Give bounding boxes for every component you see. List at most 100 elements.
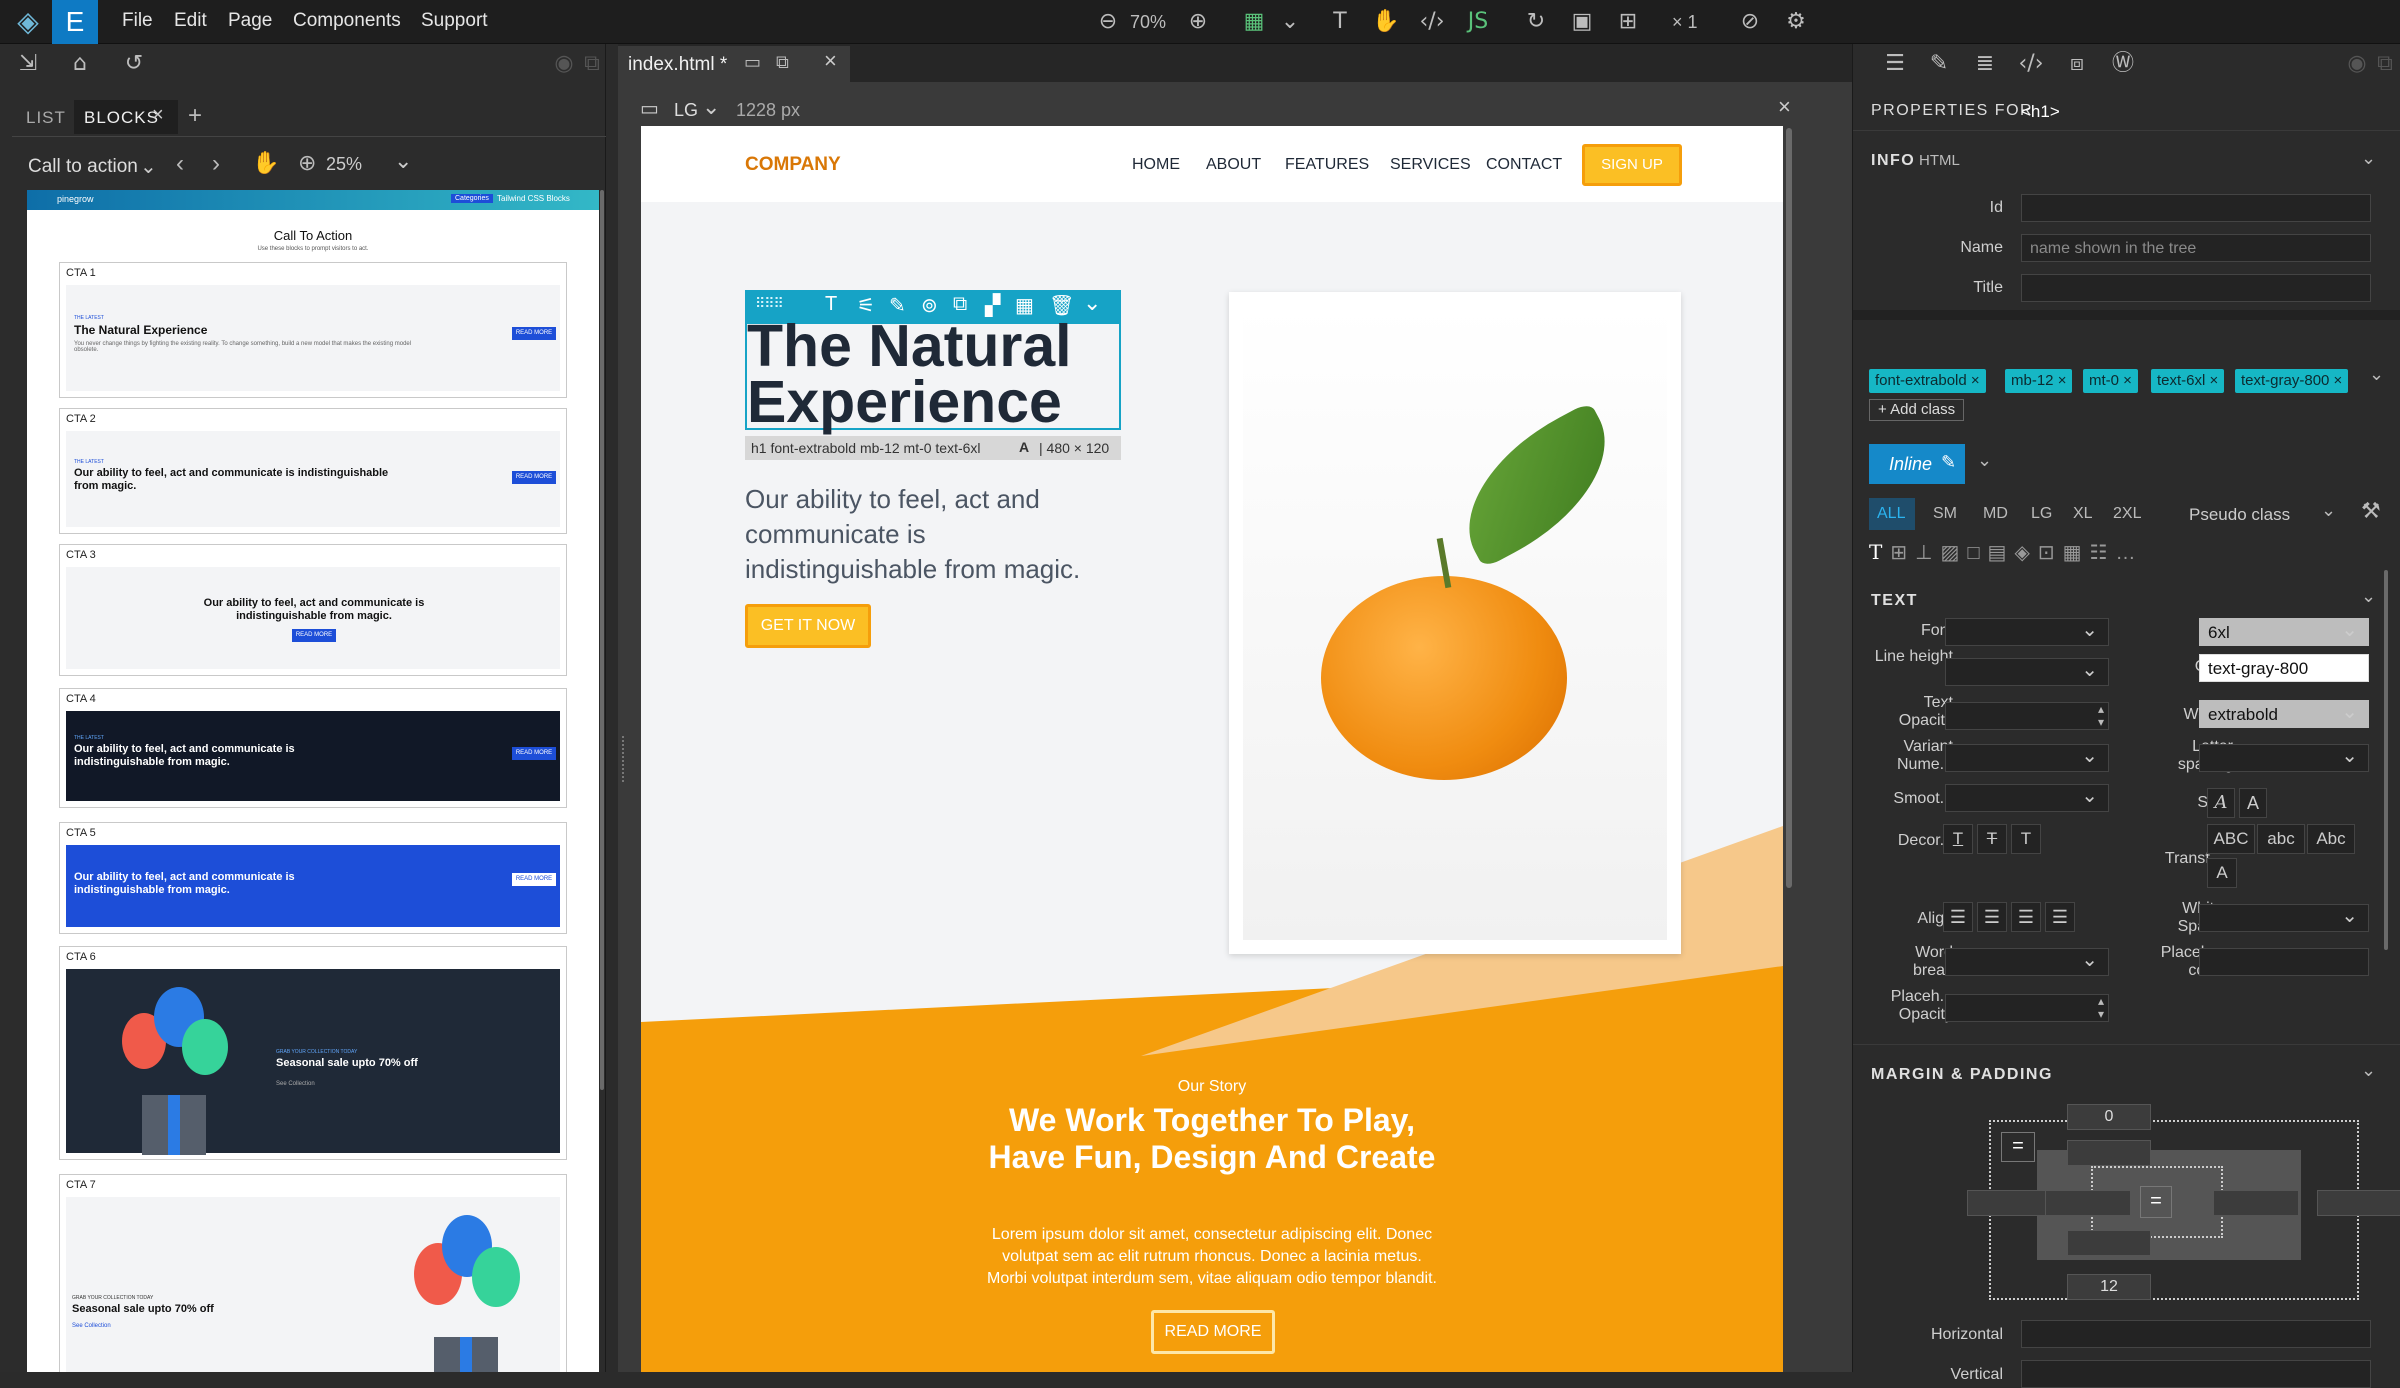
close-tab-icon[interactable]: ×: [824, 48, 837, 74]
detach-icon[interactable]: ⧉: [578, 50, 606, 78]
nav-contact[interactable]: CONTACT: [1486, 156, 1562, 174]
align-center-icon[interactable]: ☰: [1977, 902, 2007, 932]
letter-spacing-select[interactable]: [2199, 743, 2369, 772]
text-icon[interactable]: T: [1869, 540, 1890, 564]
bp-lg[interactable]: LG: [2031, 505, 2052, 523]
block-card[interactable]: CTA 2 THE LATEST Our ability to feel, ac…: [59, 408, 567, 534]
line-height-select[interactable]: [1945, 657, 2109, 686]
bp-all[interactable]: ALL: [1869, 498, 1915, 530]
block-card[interactable]: CTA 1 THE LATEST The Natural Experience …: [59, 262, 567, 398]
splitter-handle[interactable]: [622, 736, 626, 782]
next-icon[interactable]: ›: [212, 150, 220, 178]
stepper-icon[interactable]: ▴ ▾: [2098, 995, 2104, 1021]
color-input[interactable]: text-gray-800: [2199, 654, 2369, 682]
insert-icon[interactable]: ⇲: [14, 50, 42, 78]
size-icon[interactable]: ⊞: [1890, 542, 1915, 564]
properties-scrollbar[interactable]: [2384, 570, 2388, 950]
italic-icon[interactable]: A: [2207, 788, 2235, 818]
capitalize-option[interactable]: Abc: [2307, 824, 2355, 854]
block-card[interactable]: CTA 3 Our ability to feel, act and commu…: [59, 544, 567, 676]
zoom-icon[interactable]: ⊕: [298, 150, 316, 176]
undo-icon[interactable]: ↺: [120, 50, 148, 78]
wordpress-icon[interactable]: Ⓦ: [2109, 50, 2137, 78]
read-more-button[interactable]: READ MORE: [1151, 1310, 1275, 1354]
components-icon[interactable]: ⧈: [2063, 50, 2091, 78]
title-input[interactable]: [2021, 274, 2371, 302]
tab-index-html[interactable]: index.html * ▭ ⧉ ×: [618, 46, 850, 82]
underline-icon[interactable]: T: [1943, 824, 1973, 854]
grid-icon[interactable]: ▦: [2063, 542, 2090, 564]
variant-select[interactable]: [1945, 743, 2109, 772]
selected-h1[interactable]: The Natural Experience: [745, 317, 1121, 432]
margin-left-input[interactable]: [1967, 1190, 2053, 1216]
settings-wheel-icon[interactable]: ⚙: [1782, 8, 1810, 36]
get-it-now-button[interactable]: GET IT NOW: [745, 604, 871, 648]
drag-handle-icon[interactable]: ⠿⠿⠿: [755, 295, 784, 312]
id-input[interactable]: [2021, 194, 2371, 222]
preview-icon[interactable]: ⧉: [776, 52, 789, 73]
class-chip[interactable]: text-6xl ×: [2151, 369, 2225, 393]
padding-left-input[interactable]: [2045, 1190, 2131, 1216]
text-edit-icon[interactable]: T: [1326, 8, 1354, 36]
smooth-select[interactable]: [1945, 783, 2109, 812]
chevron-down-icon[interactable]: ⌄: [2369, 364, 2384, 385]
bp-md[interactable]: MD: [1983, 505, 2008, 523]
bp-xl[interactable]: XL: [2073, 505, 2093, 523]
horizontal-input[interactable]: [2021, 1320, 2371, 1348]
tab-list[interactable]: LIST: [26, 108, 66, 128]
menu-file[interactable]: File: [122, 10, 153, 32]
block-card[interactable]: CTA 5 Our ability to feel, act and commu…: [59, 822, 567, 934]
chevron-down-icon[interactable]: ⌄: [394, 148, 412, 174]
chevron-down-icon[interactable]: ⌄: [2361, 586, 2376, 607]
hero-image-card[interactable]: [1229, 292, 1681, 954]
app-logo-icon[interactable]: ◈: [8, 4, 48, 40]
close-tab-icon[interactable]: ×: [152, 104, 164, 127]
chevron-down-icon[interactable]: ⌄: [2361, 1060, 2376, 1081]
signup-button[interactable]: SIGN UP: [1582, 144, 1682, 186]
weight-select[interactable]: extrabold: [2199, 699, 2369, 728]
canvas-scrollbar[interactable]: [1786, 128, 1792, 888]
chevron-down-icon[interactable]: ⌄: [1977, 450, 1992, 471]
placeholder-opacity-input[interactable]: ▴ ▾: [1945, 994, 2109, 1022]
class-chip[interactable]: font-extrabold ×: [1869, 369, 1986, 393]
menu-edit[interactable]: Edit: [174, 10, 207, 32]
styles-icon[interactable]: ≣: [1971, 50, 1999, 78]
pseudo-class-select[interactable]: Pseudo class: [2189, 505, 2290, 525]
category-select[interactable]: Call to action ⌄: [28, 152, 164, 182]
link-padding-icon[interactable]: =: [2140, 1186, 2172, 1218]
padding-bottom-input[interactable]: [2067, 1230, 2151, 1256]
chevron-down-icon[interactable]: ⌄: [2361, 148, 2376, 169]
add-page-icon[interactable]: ⊞: [1614, 8, 1642, 36]
background-icon[interactable]: ▨: [1941, 542, 1968, 564]
inline-mode-button[interactable]: Inline ✎: [1869, 444, 1965, 484]
list-icon[interactable]: ☷: [2090, 542, 2116, 564]
align-right-icon[interactable]: ☰: [2011, 902, 2041, 932]
layout-icon[interactable]: ▤: [1988, 542, 2015, 564]
tools-icon[interactable]: ⚒: [2361, 498, 2381, 524]
lowercase-option[interactable]: abc: [2257, 824, 2305, 854]
margin-bottom-input[interactable]: 12: [2067, 1274, 2151, 1300]
vertical-input[interactable]: [2021, 1360, 2371, 1388]
nav-features[interactable]: FEATURES: [1285, 156, 1369, 174]
menu-support[interactable]: Support: [421, 10, 488, 32]
bp-2xl[interactable]: 2XL: [2113, 505, 2141, 523]
font-select[interactable]: [1945, 617, 2109, 646]
nav-about[interactable]: ABOUT: [1206, 156, 1261, 174]
code-icon[interactable]: ‹/›: [1418, 8, 1446, 36]
bp-sm[interactable]: SM: [1933, 505, 1957, 523]
editor-mode-icon[interactable]: E: [52, 0, 98, 44]
left-scrollbar[interactable]: [600, 190, 604, 1090]
hand-icon[interactable]: ✋: [1372, 8, 1400, 36]
add-class-button[interactable]: + Add class: [1869, 399, 1965, 421]
align-justify-icon[interactable]: ☰: [2045, 902, 2075, 932]
border-icon[interactable]: □: [1967, 542, 1987, 564]
eye-icon[interactable]: ◉: [550, 50, 578, 78]
more-icon[interactable]: …: [2115, 542, 2143, 564]
fill-icon[interactable]: ◈: [2014, 542, 2037, 564]
chevron-down-icon[interactable]: ⌄: [702, 94, 720, 120]
padding-top-input[interactable]: [2067, 1140, 2151, 1166]
position-icon[interactable]: ⊥: [1915, 542, 1940, 564]
block-card[interactable]: CTA 7 GRAB YOUR COLLECTION TODAY Seasona…: [59, 1174, 567, 1372]
zoom-in-icon[interactable]: ⊕: [1184, 8, 1212, 36]
margin-right-input[interactable]: [2317, 1190, 2400, 1216]
